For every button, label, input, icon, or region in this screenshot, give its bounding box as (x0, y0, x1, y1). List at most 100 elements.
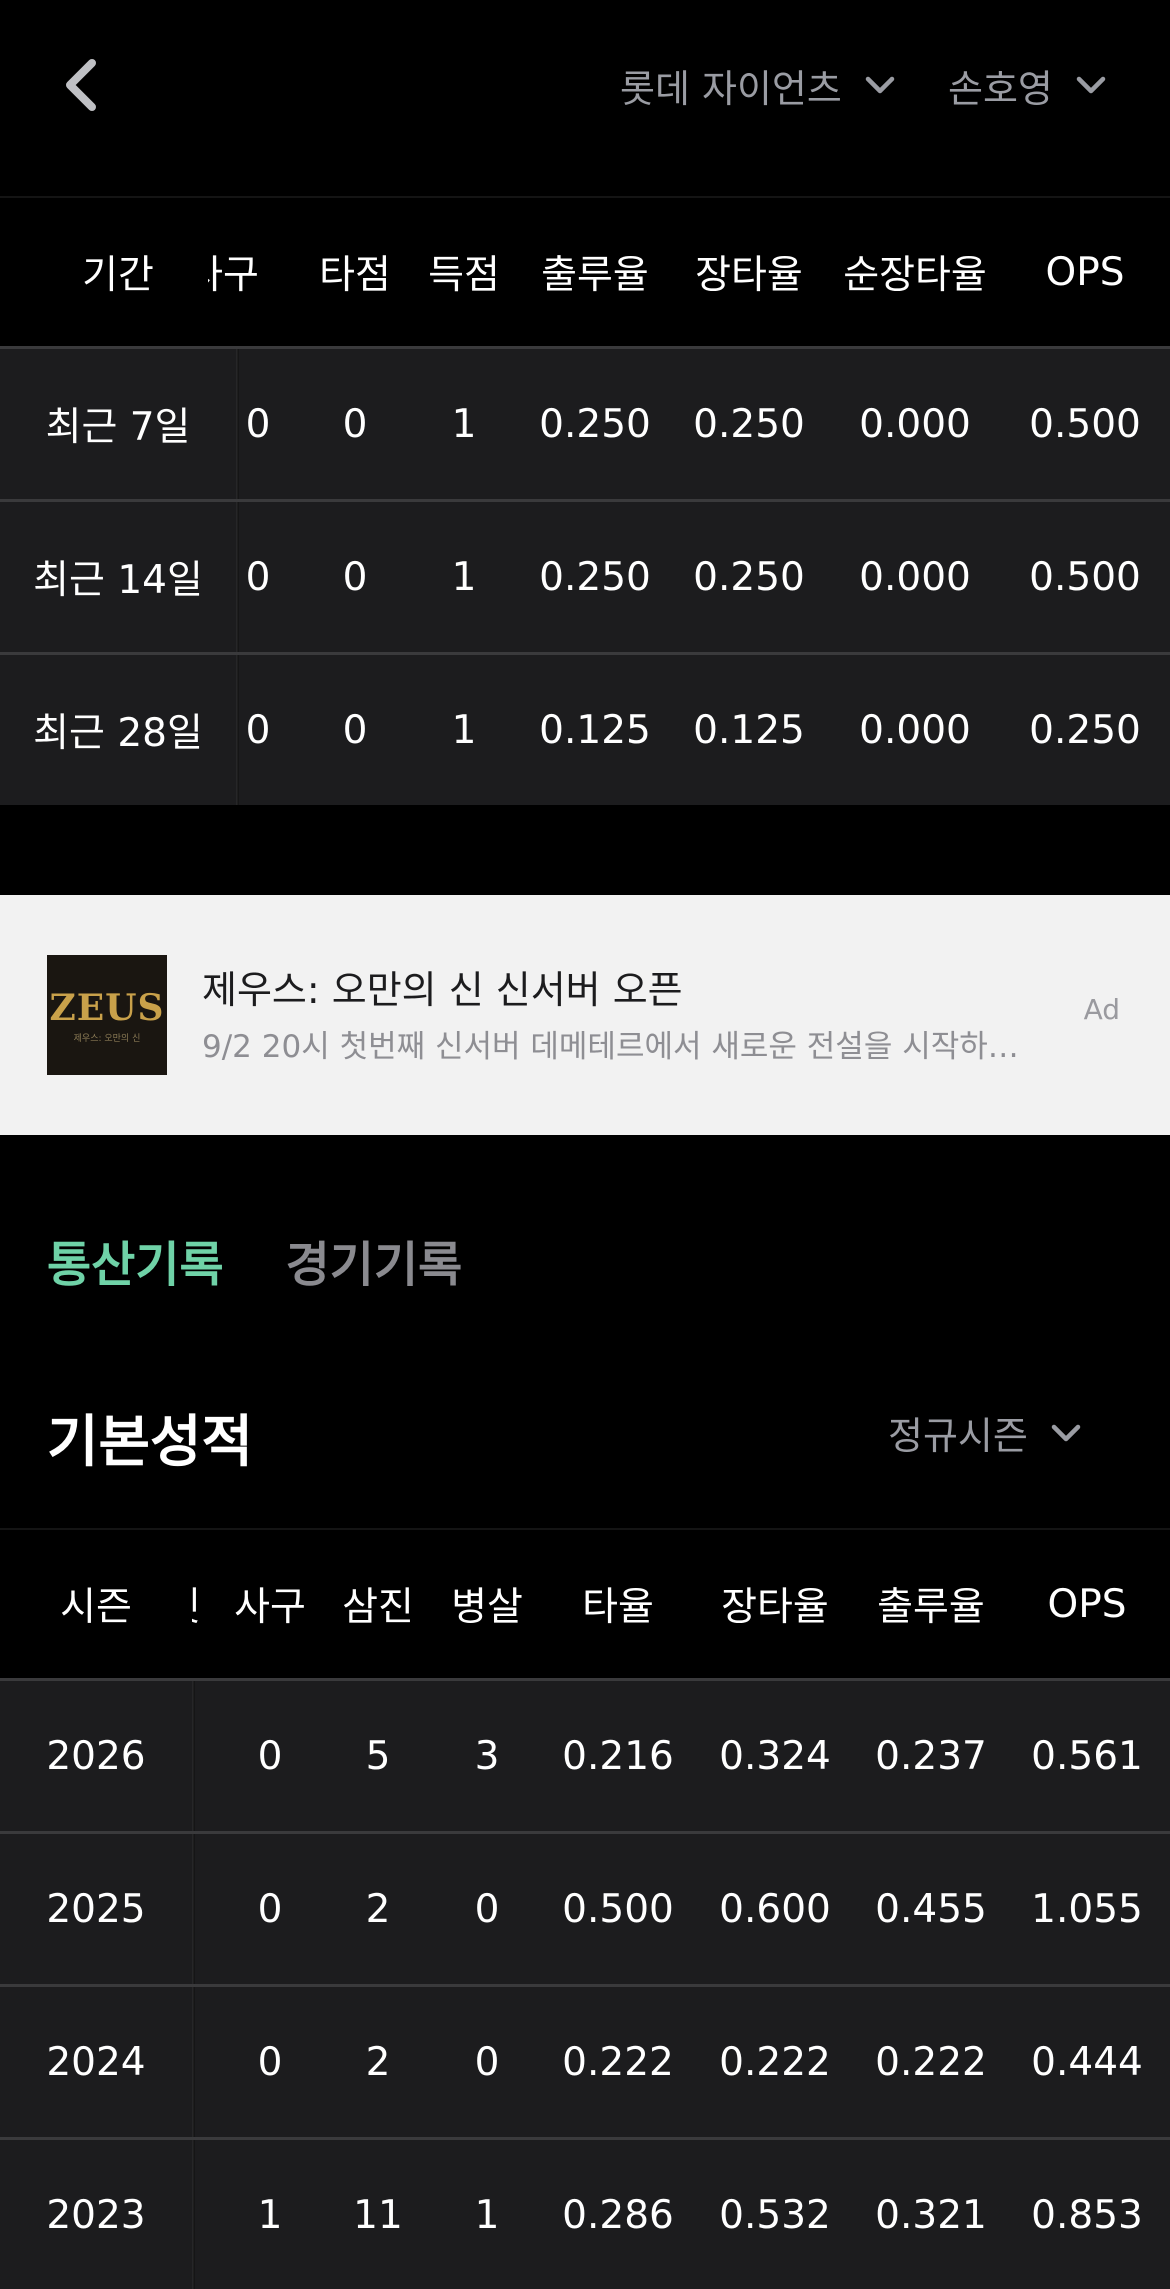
table-cell: 0.222 (875, 2039, 987, 2085)
top-bar: 롯데 자이언츠 손호영 (0, 0, 1170, 170)
table-cell: 0.532 (719, 2192, 831, 2238)
sticky-column-divider (192, 2140, 195, 2289)
chevron-down-icon (1076, 76, 1106, 94)
table-cell: 1 (474, 2192, 500, 2238)
table-row: 2025 0 2 0 0.500 0.600 0.455 1.055 (0, 1831, 1170, 1984)
ad-banner[interactable]: ZEUS 제우스: 오만의 신 제우스: 오만의 신 신서버 오픈 9/2 20… (0, 895, 1170, 1135)
sticky-column-divider (192, 1681, 195, 1831)
table-cell: 0 (474, 1886, 500, 1932)
column-header: 득점 (428, 253, 500, 298)
table-cell: 2 (365, 2039, 391, 2085)
ad-label: Ad (1083, 993, 1120, 1026)
column-header: 병살 (451, 1585, 523, 1630)
table-cell: 0.600 (719, 1886, 831, 1932)
back-button[interactable] (52, 50, 112, 120)
table-cell: 0 (257, 1733, 283, 1779)
table-cell: 0.250 (693, 554, 805, 600)
season-cell: 2025 (46, 1886, 146, 1932)
table-cell: 1 (451, 401, 477, 447)
season-type-dropdown[interactable]: 정규시즌 (888, 1405, 1086, 1460)
season-cell: 2023 (46, 2192, 146, 2238)
column-header: 삼진 (342, 1585, 414, 1630)
table-row: 최근 7일 0 0 1 0.250 0.250 0.000 0.500 (0, 346, 1170, 499)
column-header: 출루율 (541, 253, 649, 298)
table-row: 2026 0 5 3 0.216 0.324 0.237 0.561 (0, 1678, 1170, 1831)
column-header: 사구 (234, 1585, 306, 1630)
table-cell: 1 (451, 554, 477, 600)
table-cell: 0.853 (1031, 2192, 1143, 2238)
table-header: 기간 사구 타점 득점 출루율 장타율 순장타율 OPS (0, 196, 1170, 346)
table-cell: 0.222 (562, 2039, 674, 2085)
column-header: 볼넷 (192, 1530, 200, 1678)
season-cell: 2026 (46, 1733, 146, 1779)
table-cell: 0 (245, 401, 271, 447)
table-cell: 0.000 (859, 554, 971, 600)
sticky-column-divider (192, 1834, 195, 1984)
period-cell: 최근 28일 (33, 711, 203, 756)
ad-thumbnail: ZEUS 제우스: 오만의 신 (47, 955, 167, 1075)
column-header: 기간 (82, 253, 154, 298)
table-cell: 0.561 (1031, 1733, 1143, 1779)
table-cell: 0.125 (539, 707, 651, 753)
table-cell: 0.500 (562, 1886, 674, 1932)
table-cell: 0.000 (859, 401, 971, 447)
section-title: 기본성적 (47, 1410, 254, 1475)
player-dropdown-label: 손호영 (948, 66, 1053, 111)
column-header: 타율 (582, 1585, 654, 1630)
column-header: 사구 (208, 253, 259, 298)
team-dropdown[interactable]: 롯데 자이언츠 (620, 52, 900, 118)
table-row: 2024 0 2 0 0.222 0.222 0.222 0.444 (0, 1984, 1170, 2137)
period-cell: 최근 7일 (45, 405, 191, 450)
table-cell: 0.222 (719, 2039, 831, 2085)
table-cell: 2 (365, 1886, 391, 1932)
column-header: 타점 (319, 253, 391, 298)
ad-description: 9/2 20시 첫번째 신서버 데메테르에서 새로운 전설을 시작하세요 (202, 1029, 1032, 1065)
recent-stats-table[interactable]: 기간 사구 타점 득점 출루율 장타율 순장타율 OPS 최근 7일 0 0 1… (0, 196, 1170, 805)
table-cell: 0.237 (875, 1733, 987, 1779)
table-cell: 0.286 (562, 2192, 674, 2238)
table-cell: 0.500 (1029, 554, 1141, 600)
ad-logo-subtitle: 제우스: 오만의 신 (73, 1033, 141, 1044)
table-cell: 3 (474, 1733, 500, 1779)
season-cell: 2024 (46, 2039, 146, 2085)
chevron-down-icon (1051, 1424, 1081, 1441)
column-header: 시즌 (60, 1585, 132, 1630)
table-cell: 1.055 (1031, 1886, 1143, 1932)
table-cell: 0.324 (719, 1733, 831, 1779)
table-header: 시즌 볼넷 사구 삼진 병살 타율 장타율 출루율 OPS (0, 1528, 1170, 1678)
season-type-label: 정규시즌 (888, 1414, 1028, 1458)
table-cell: 0.125 (693, 707, 805, 753)
table-row: 최근 28일 0 0 1 0.125 0.125 0.000 0.250 (0, 652, 1170, 805)
table-cell: 11 (353, 2192, 403, 2238)
table-cell: 0.250 (1029, 707, 1141, 753)
column-header: 장타율 (695, 253, 803, 298)
ad-logo: ZEUS (49, 986, 165, 1029)
record-tabs: 통산기록 경기기록 (47, 1225, 462, 1295)
ad-title: 제우스: 오만의 신 신서버 오픈 (202, 968, 683, 1012)
table-cell: 0.444 (1031, 2039, 1143, 2085)
sticky-column-divider (192, 1987, 195, 2137)
table-cell: 0 (342, 401, 368, 447)
period-cell: 최근 14일 (33, 558, 203, 603)
column-header: OPS (1045, 249, 1125, 295)
player-dropdown[interactable]: 손호영 (948, 52, 1111, 118)
player-stats-page: 롯데 자이언츠 손호영 기간 사구 타점 득점 출루율 장타율 순장타율 OPS (0, 0, 1170, 2289)
chevron-down-icon (865, 76, 895, 94)
table-cell: 0.000 (859, 707, 971, 753)
team-dropdown-label: 롯데 자이언츠 (620, 66, 842, 111)
chevron-left-icon (66, 59, 96, 111)
season-stats-table[interactable]: 시즌 볼넷 사구 삼진 병살 타율 장타율 출루율 OPS 2026 0 5 3… (0, 1528, 1170, 2289)
table-cell: 0.455 (875, 1886, 987, 1932)
tab-game-record[interactable]: 경기기록 (286, 1225, 463, 1295)
table-cell: 0.500 (1029, 401, 1141, 447)
tab-career-record[interactable]: 통산기록 (47, 1225, 224, 1295)
table-cell: 1 (451, 707, 477, 753)
table-cell: 0 (245, 707, 271, 753)
table-cell: 0 (257, 2039, 283, 2085)
table-cell: 0.250 (539, 401, 651, 447)
table-cell: 0.321 (875, 2192, 987, 2238)
table-cell: 0 (245, 554, 271, 600)
table-cell: 0.250 (693, 401, 805, 447)
column-header: 장타율 (721, 1585, 829, 1630)
column-header: OPS (1047, 1581, 1127, 1627)
